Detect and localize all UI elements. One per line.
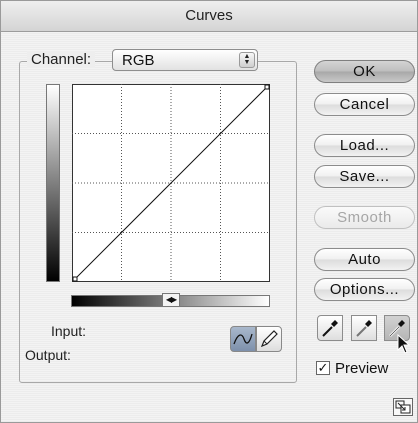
preview-checkbox[interactable]: ✓ (316, 361, 330, 375)
curves-dialog: Curves Channel: RGB ▲ ▼ ◀▶ Input: Output: (0, 0, 418, 423)
curve-point-black[interactable] (72, 276, 78, 282)
curve-tool-button[interactable] (230, 326, 256, 352)
window-title: Curves (1, 1, 417, 32)
stepper-arrows-icon: ▲ ▼ (239, 52, 255, 68)
cancel-button[interactable]: Cancel (314, 93, 415, 116)
pencil-tool-button[interactable] (256, 326, 282, 352)
channel-select[interactable]: RGB ▲ ▼ (112, 49, 258, 71)
resize-grip-glyph (395, 400, 411, 414)
gradient-direction-icon[interactable]: ◀▶ (162, 293, 180, 307)
black-eyedropper-button[interactable] (317, 315, 343, 341)
options-button[interactable]: Options... (314, 278, 415, 301)
smooth-button[interactable]: Smooth (314, 206, 415, 229)
curve-tool-icon (233, 333, 253, 345)
channel-select-value: RGB (122, 52, 155, 69)
curve-graph[interactable] (72, 84, 270, 282)
ok-button[interactable]: OK (314, 60, 415, 83)
channel-label: Channel: (27, 51, 96, 68)
arrow-cursor-icon (397, 334, 411, 354)
auto-button[interactable]: Auto (314, 248, 415, 271)
eyedropper-black-icon (322, 320, 338, 337)
load-button[interactable]: Load... (314, 134, 415, 157)
pencil-tool-icon (260, 330, 278, 348)
output-label: Output: (25, 347, 71, 363)
save-button[interactable]: Save... (314, 165, 415, 188)
gray-eyedropper-button[interactable] (351, 315, 377, 341)
input-label: Input: (51, 323, 87, 339)
output-gradient-bar (46, 84, 60, 282)
eyedropper-gray-icon (356, 320, 372, 337)
curve-point-white[interactable] (264, 84, 270, 90)
preview-label: Preview (335, 360, 389, 377)
resize-grip-icon[interactable] (393, 398, 413, 416)
